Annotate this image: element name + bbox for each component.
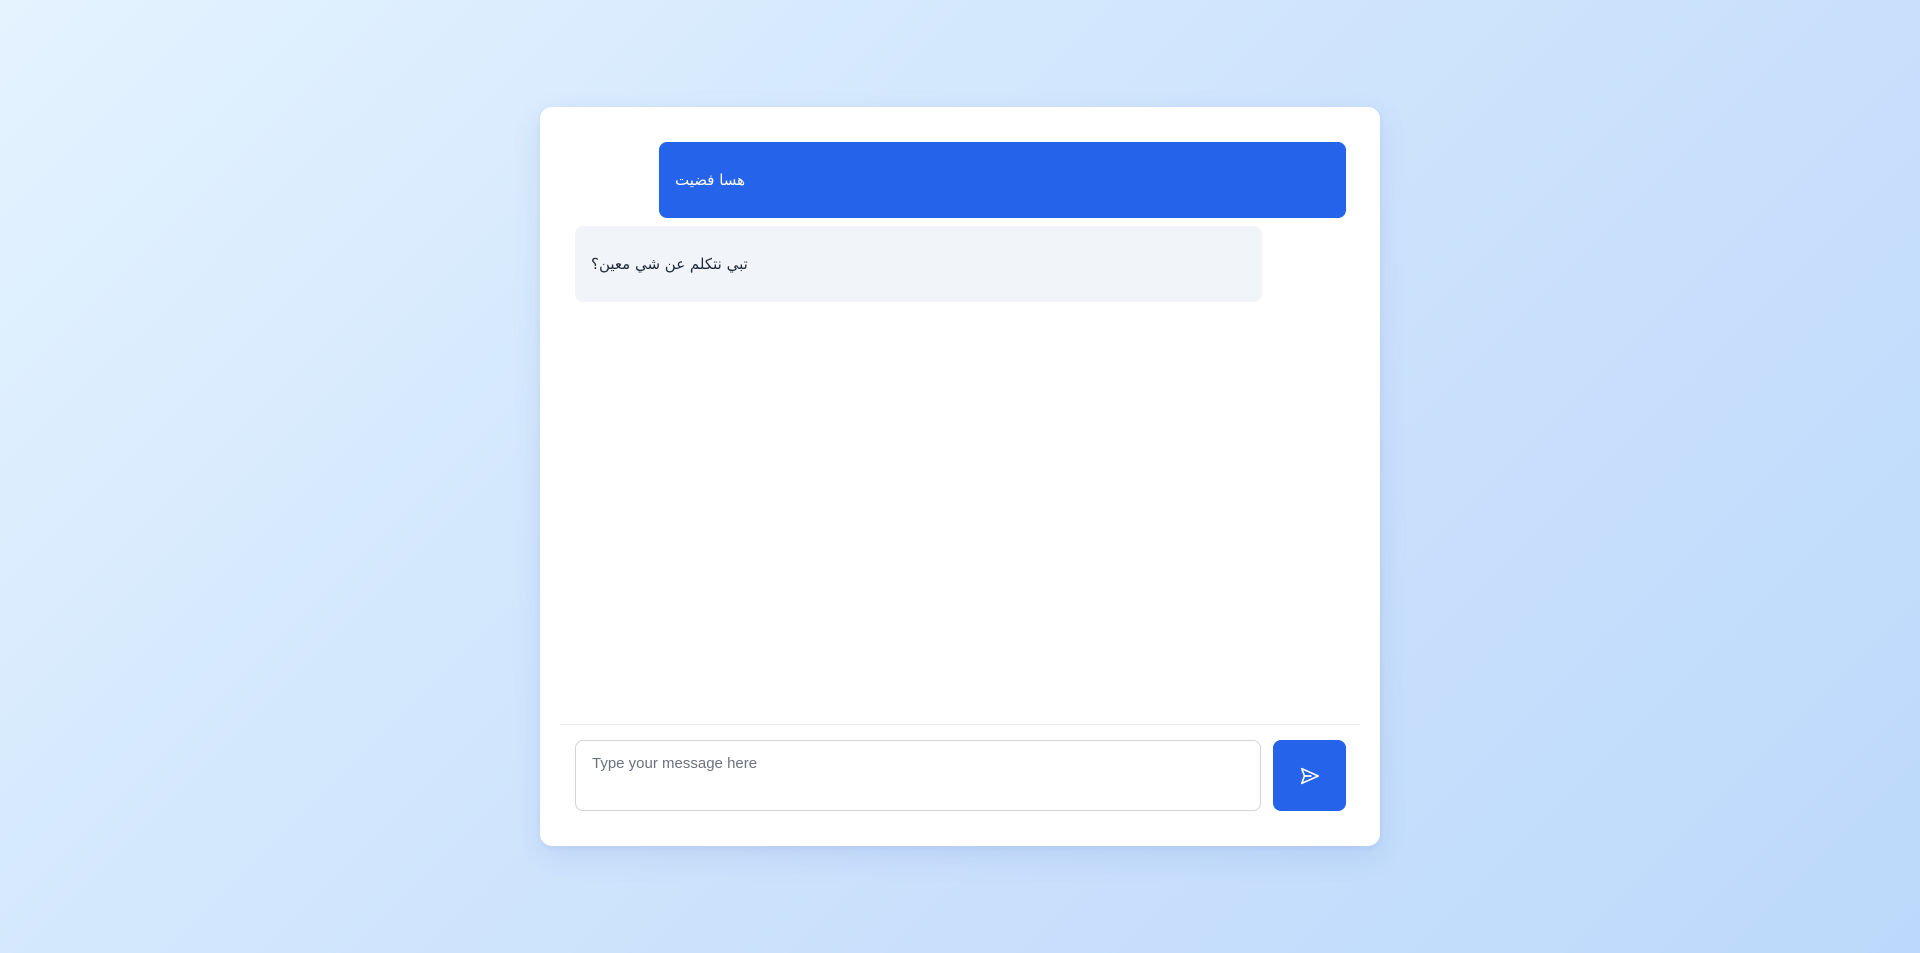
send-icon: [1299, 765, 1321, 787]
composer-divider: [560, 724, 1360, 725]
user-message-bubble: هسا فضيت: [659, 142, 1346, 218]
assistant-message-bubble: تبي نتكلم عن شي معين؟: [575, 226, 1262, 302]
assistant-message-text: تبي نتكلم عن شي معين؟: [591, 255, 748, 273]
chat-window: هسا فضيت تبي نتكلم عن شي معين؟: [540, 107, 1380, 846]
message-list: هسا فضيت تبي نتكلم عن شي معين؟: [575, 142, 1346, 702]
send-button[interactable]: [1273, 740, 1346, 811]
message-composer: [575, 740, 1346, 811]
user-message-text: هسا فضيت: [675, 171, 746, 189]
message-input[interactable]: [575, 740, 1261, 811]
